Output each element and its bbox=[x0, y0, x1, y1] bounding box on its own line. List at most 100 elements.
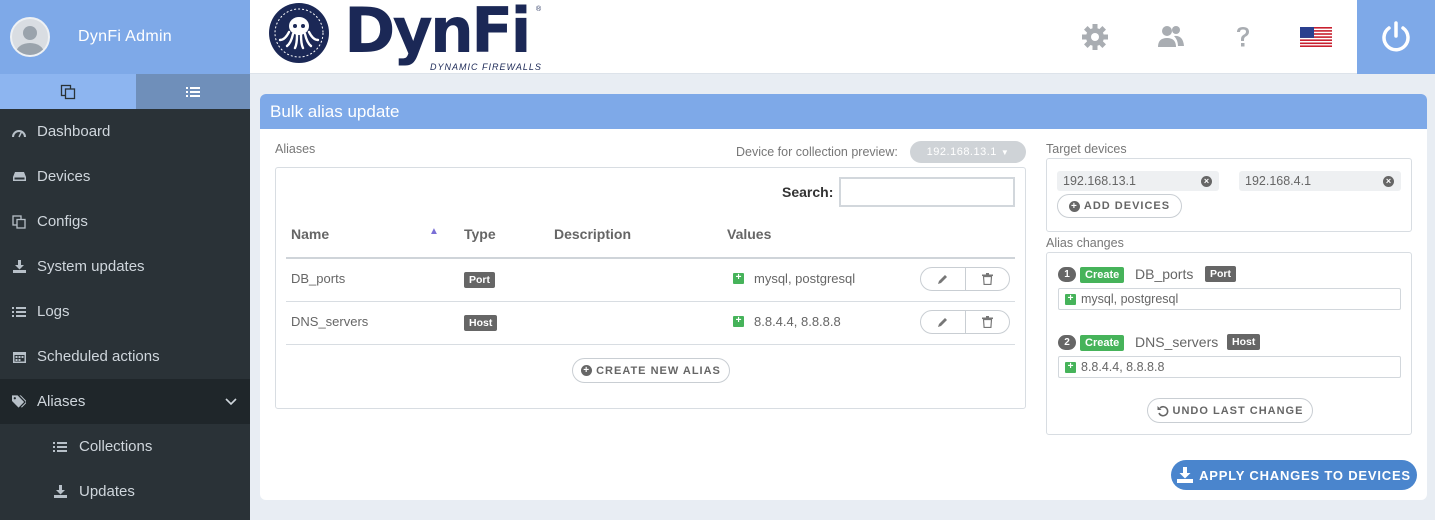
user-name: DynFi Admin bbox=[78, 28, 172, 45]
sidebar-item-configs[interactable]: Configs bbox=[0, 199, 250, 244]
undo-label: UNDO LAST CHANGE bbox=[1172, 404, 1304, 417]
alias-values: mysql, postgresql bbox=[754, 271, 856, 286]
type-badge: Host bbox=[1227, 334, 1261, 350]
alias-values: 8.8.4.4, 8.8.8.8 bbox=[754, 314, 841, 329]
device-preview-select[interactable]: 192.168.13.1 ▼ bbox=[910, 141, 1026, 163]
device-preview-value: 192.168.13.1 bbox=[926, 146, 997, 158]
copy-icon bbox=[60, 84, 76, 99]
plus-circle-icon: + bbox=[1068, 200, 1080, 212]
col-values[interactable]: Values bbox=[727, 226, 771, 242]
edit-button[interactable] bbox=[921, 311, 965, 333]
add-devices-label: ADD DEVICES bbox=[1083, 200, 1171, 212]
create-alias-button[interactable]: + CREATE NEW ALIAS bbox=[572, 358, 730, 383]
logo-word: DynFi bbox=[344, 0, 532, 67]
top-bar: DynFi ® DYNAMIC FIREWALLS bbox=[250, 0, 1435, 74]
plus-icon: + bbox=[1065, 362, 1076, 373]
settings-button[interactable] bbox=[1080, 22, 1110, 52]
users-button[interactable] bbox=[1156, 22, 1186, 52]
remove-device-button[interactable]: × bbox=[1383, 176, 1394, 187]
download-icon bbox=[1177, 467, 1194, 483]
sidebar-item-label: Logs bbox=[37, 303, 70, 320]
target-devices-label: Target devices bbox=[1046, 142, 1127, 156]
target-device-value: 192.168.4.1 bbox=[1245, 174, 1312, 188]
create-alias-label: CREATE NEW ALIAS bbox=[596, 364, 721, 377]
list-icon bbox=[53, 440, 67, 454]
copy-icon bbox=[12, 214, 26, 229]
logo-text: DynFi ® DYNAMIC FIREWALLS bbox=[344, 0, 544, 72]
plus-icon: + bbox=[1065, 294, 1076, 305]
sidebar-subitem-collections[interactable]: Collections bbox=[0, 424, 250, 469]
delete-button[interactable] bbox=[964, 311, 1010, 333]
delete-button[interactable] bbox=[964, 268, 1010, 290]
sidebar-subitem-label: Collections bbox=[79, 438, 153, 455]
gear-icon bbox=[1082, 24, 1108, 50]
search-label: Search: bbox=[782, 184, 834, 200]
edit-button[interactable] bbox=[921, 268, 965, 290]
calendar-icon bbox=[12, 350, 26, 364]
change-alias-name: DNS_servers bbox=[1135, 334, 1219, 350]
avatar bbox=[10, 17, 50, 57]
apply-changes-button[interactable]: APPLY CHANGES TO DEVICES bbox=[1171, 460, 1417, 490]
create-badge: Create bbox=[1080, 335, 1125, 351]
logo-registered: ® bbox=[536, 6, 542, 13]
language-button[interactable] bbox=[1300, 22, 1332, 52]
caret-down-icon: ▼ bbox=[1000, 147, 1010, 157]
create-badge: Create bbox=[1080, 267, 1125, 283]
change-values: + 8.8.4.4, 8.8.8.8 bbox=[1058, 356, 1401, 378]
header-divider bbox=[286, 257, 1015, 259]
logo[interactable]: DynFi ® DYNAMIC FIREWALLS bbox=[268, 0, 544, 72]
type-badge: Port bbox=[464, 272, 495, 288]
chevron-down-icon bbox=[225, 398, 237, 406]
logout-button[interactable] bbox=[1357, 0, 1435, 74]
sidebar-item-system-updates[interactable]: System updates bbox=[0, 244, 250, 289]
search-input[interactable] bbox=[839, 177, 1015, 207]
download-icon bbox=[12, 260, 26, 274]
undo-button[interactable]: UNDO LAST CHANGE bbox=[1147, 398, 1313, 423]
octopus-logo-icon bbox=[269, 3, 329, 63]
sidebar-item-devices[interactable]: Devices bbox=[0, 154, 250, 199]
sidebar: DynFi Admin Dashboard Devices Configs Sy… bbox=[0, 0, 250, 520]
list-icon bbox=[12, 305, 26, 319]
tab-devices-view[interactable] bbox=[0, 74, 136, 109]
col-name[interactable]: Name bbox=[291, 226, 329, 242]
tags-icon bbox=[12, 395, 26, 409]
sidebar-item-label: Devices bbox=[37, 168, 91, 185]
row-divider bbox=[286, 344, 1015, 345]
alias-name: DB_ports bbox=[291, 271, 346, 286]
dashboard-icon bbox=[12, 125, 26, 139]
device-preview-label: Device for collection preview: bbox=[736, 145, 898, 159]
row-actions bbox=[920, 310, 1010, 334]
help-icon bbox=[1237, 27, 1249, 47]
remove-device-button[interactable]: × bbox=[1201, 176, 1212, 187]
alias-changes-label: Alias changes bbox=[1046, 236, 1124, 250]
undo-icon bbox=[1157, 405, 1168, 417]
type-badge: Host bbox=[464, 315, 498, 331]
sidebar-item-logs[interactable]: Logs bbox=[0, 289, 250, 334]
sidebar-item-scheduled-actions[interactable]: Scheduled actions bbox=[0, 334, 250, 379]
sidebar-subitem-updates[interactable]: Updates bbox=[0, 469, 250, 514]
sidebar-item-dashboard[interactable]: Dashboard bbox=[0, 109, 250, 154]
sidebar-item-label: System updates bbox=[37, 258, 145, 275]
add-devices-button[interactable]: + ADD DEVICES bbox=[1057, 194, 1182, 218]
server-icon bbox=[12, 170, 26, 184]
change-values-text: mysql, postgresql bbox=[1081, 292, 1179, 306]
tab-list-view[interactable] bbox=[136, 74, 250, 109]
apply-changes-label: APPLY CHANGES TO DEVICES bbox=[1199, 467, 1411, 483]
user-profile[interactable]: DynFi Admin bbox=[0, 0, 250, 74]
users-icon bbox=[1158, 26, 1184, 47]
sort-asc-icon[interactable]: ▲ bbox=[429, 226, 439, 237]
help-button[interactable] bbox=[1228, 22, 1258, 52]
plus-circle-icon: + bbox=[581, 365, 593, 376]
flag-icon bbox=[1300, 27, 1332, 47]
plus-icon: + bbox=[733, 316, 744, 327]
aliases-label: Aliases bbox=[275, 142, 316, 156]
sidebar-item-aliases[interactable]: Aliases bbox=[0, 379, 250, 424]
plus-icon: + bbox=[733, 273, 744, 284]
list-icon bbox=[186, 86, 200, 97]
col-description[interactable]: Description bbox=[554, 226, 631, 242]
change-number: 2 bbox=[1058, 335, 1076, 350]
sidebar-item-label: Aliases bbox=[37, 393, 86, 410]
sidebar-tabs bbox=[0, 74, 250, 109]
col-type[interactable]: Type bbox=[464, 226, 496, 242]
change-values-text: 8.8.4.4, 8.8.8.8 bbox=[1081, 360, 1165, 374]
